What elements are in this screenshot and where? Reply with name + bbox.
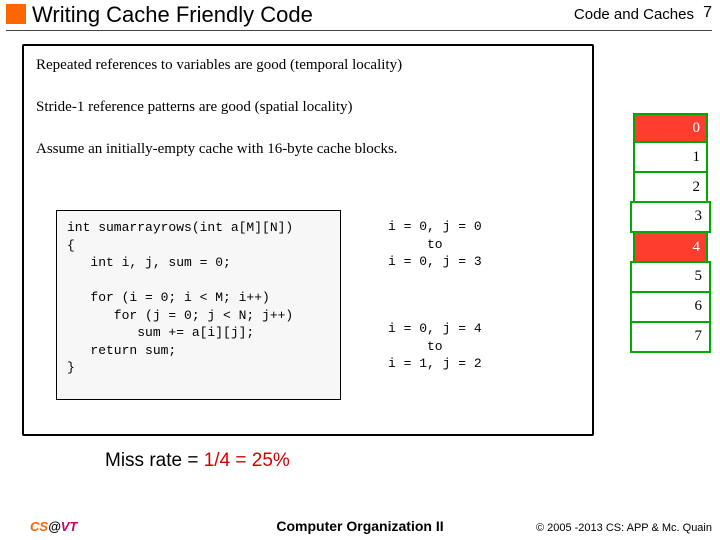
bullet-temporal: Repeated references to variables are goo… (36, 56, 576, 74)
annotation-range-2: i = 0, j = 4 to i = 1, j = 2 (388, 320, 482, 373)
bullet-spatial: Stride-1 reference patterns are good (sp… (36, 98, 576, 116)
miss-rate-value: 1/4 = 25% (204, 450, 290, 471)
cache-cell-5-overlay: 5 (695, 268, 703, 285)
cache-cell-4: 4 (633, 233, 708, 263)
cache-cell-6-overlay: 6 (695, 298, 703, 315)
code-listing: int sumarrayrows(int a[M][N]) { int i, j… (56, 210, 341, 400)
body-text: Repeated references to variables are goo… (36, 56, 576, 182)
logo-square (6, 4, 26, 24)
cache-cell-3-overlay: 3 (695, 208, 703, 225)
divider (6, 30, 712, 31)
footer: CS@VT Computer Organization II © 2005 -2… (0, 520, 720, 540)
page-number: 7 (703, 4, 712, 22)
footer-copyright: © 2005 -2013 CS: APP & Mc. Quain (536, 522, 712, 534)
annotation-range-1: i = 0, j = 0 to i = 0, j = 3 (388, 218, 482, 271)
cache-cell-0: 0 (633, 113, 708, 143)
cache-cell-7-overlay: 7 (695, 328, 703, 345)
slide-title: Writing Cache Friendly Code (32, 2, 313, 28)
cache-cell-2: 2 (633, 173, 708, 203)
bullet-assume: Assume an initially-empty cache with 16-… (36, 140, 576, 158)
slide-topic: Code and Caches (574, 6, 694, 23)
miss-rate-label: Miss rate = (105, 450, 204, 471)
miss-rate-line: Miss rate = 1/4 = 25% (105, 450, 290, 472)
cache-cell-1: 1 (633, 143, 708, 173)
